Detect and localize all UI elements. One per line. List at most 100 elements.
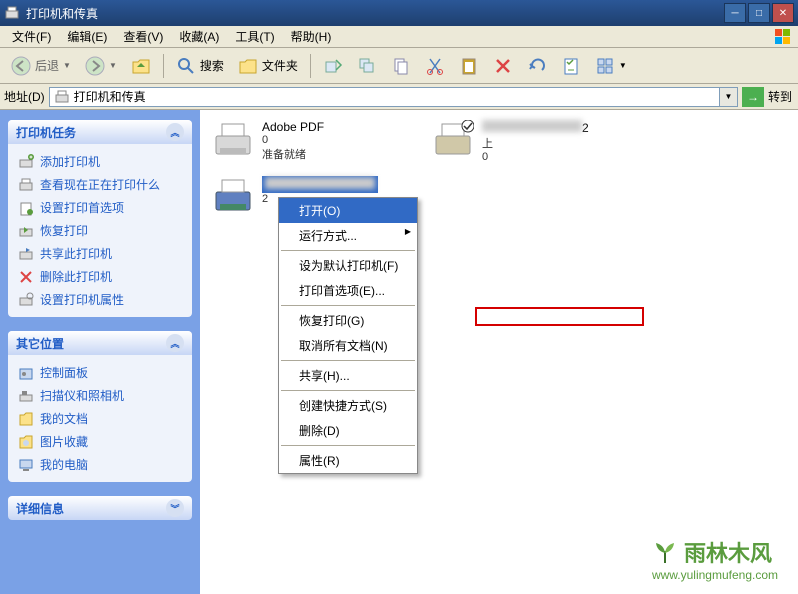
dropdown-icon: ▼	[109, 61, 117, 70]
watermark-url: www.yulingmufeng.com	[652, 568, 778, 582]
panel-header-details[interactable]: 详细信息 ︾	[8, 496, 192, 520]
close-button[interactable]: ✕	[772, 3, 794, 23]
task-properties[interactable]: 设置打印机属性	[12, 288, 188, 311]
folder-up-icon	[131, 56, 151, 76]
menu-help[interactable]: 帮助(H)	[283, 26, 340, 47]
cm-separator	[281, 305, 415, 306]
copy-to-button[interactable]	[352, 53, 382, 79]
cm-runas[interactable]: 运行方式...	[279, 223, 417, 248]
printer-name: Adobe PDF	[262, 120, 324, 134]
task-label: 删除此打印机	[40, 268, 112, 285]
menu-edit[interactable]: 编辑(E)	[59, 26, 115, 47]
folders-button[interactable]: 文件夹	[233, 53, 303, 79]
task-delete[interactable]: 删除此打印机	[12, 265, 188, 288]
paste-icon	[459, 56, 479, 76]
copy-to-icon	[357, 56, 377, 76]
panel-header-tasks[interactable]: 打印机任务 ︽	[8, 120, 192, 144]
printer-icon	[212, 176, 254, 214]
cm-properties[interactable]: 属性(R)	[279, 448, 417, 473]
delete-printer-icon	[18, 269, 34, 285]
search-label: 搜索	[200, 57, 224, 74]
task-resume[interactable]: 恢复打印	[12, 219, 188, 242]
printer-icon	[54, 89, 70, 105]
panel-printer-tasks: 打印机任务 ︽ 添加打印机 查看现在正在打印什么 设置打印首选项 恢复打印 共享…	[8, 120, 192, 317]
tutorial-highlight	[475, 307, 644, 326]
menu-view[interactable]: 查看(V)	[115, 26, 171, 47]
control-panel-icon	[18, 365, 34, 381]
minimize-button[interactable]: ─	[724, 3, 746, 23]
copy-button[interactable]	[386, 53, 416, 79]
address-value: 打印机和传真	[74, 88, 146, 105]
maximize-button[interactable]: □	[748, 3, 770, 23]
panel-other-places: 其它位置 ︽ 控制面板 扫描仪和照相机 我的文档 图片收藏 我的电脑	[8, 331, 192, 482]
props-icon	[18, 292, 34, 308]
printer-status: 上	[482, 135, 589, 151]
content-area[interactable]: Adobe PDF 0 准备就绪 2 上 0 2	[200, 110, 798, 594]
cm-cancel-all[interactable]: 取消所有文档(N)	[279, 333, 417, 358]
place-label: 我的文档	[40, 410, 88, 427]
panel-title: 打印机任务	[16, 124, 76, 141]
add-printer-icon	[18, 154, 34, 170]
printer-info: Adobe PDF 0 准备就绪	[262, 120, 324, 162]
cm-shortcut[interactable]: 创建快捷方式(S)	[279, 393, 417, 418]
cut-button[interactable]	[420, 53, 450, 79]
cm-share[interactable]: 共享(H)...	[279, 363, 417, 388]
printer-item-adobe-pdf[interactable]: Adobe PDF 0 准备就绪	[208, 116, 418, 166]
toolbar: 后退 ▼ ▼ 搜索 文件夹 ▼	[0, 48, 798, 84]
undo-button[interactable]	[522, 53, 552, 79]
task-label: 设置打印机属性	[40, 291, 124, 308]
place-scanners[interactable]: 扫描仪和照相机	[12, 384, 188, 407]
panel-header-other[interactable]: 其它位置 ︽	[8, 331, 192, 355]
address-input[interactable]: 打印机和传真 ▼	[49, 87, 738, 107]
printer-docs: 0	[482, 151, 589, 163]
pictures-icon	[18, 434, 34, 450]
collapse-icon[interactable]: ︽	[166, 334, 184, 352]
place-pictures[interactable]: 图片收藏	[12, 430, 188, 453]
cm-delete[interactable]: 删除(D)	[279, 418, 417, 443]
task-label: 查看现在正在打印什么	[40, 176, 160, 193]
place-label: 我的电脑	[40, 456, 88, 473]
up-button[interactable]	[126, 53, 156, 79]
back-label: 后退	[35, 57, 59, 74]
menu-favorites[interactable]: 收藏(A)	[171, 26, 227, 47]
views-button[interactable]: ▼	[590, 53, 632, 79]
printer-window-icon	[4, 5, 20, 21]
place-label: 控制面板	[40, 364, 88, 381]
forward-button[interactable]: ▼	[80, 53, 122, 79]
printer-info: 2 上 0	[482, 120, 589, 163]
task-add-printer[interactable]: 添加打印机	[12, 150, 188, 173]
address-dropdown[interactable]: ▼	[719, 88, 737, 106]
forward-icon	[85, 56, 105, 76]
menubar: 文件(F) 编辑(E) 查看(V) 收藏(A) 工具(T) 帮助(H)	[0, 26, 798, 48]
task-set-prefs[interactable]: 设置打印首选项	[12, 196, 188, 219]
printer-default-icon	[432, 120, 474, 158]
back-button[interactable]: 后退 ▼	[6, 53, 76, 79]
expand-icon[interactable]: ︾	[166, 499, 184, 517]
paste-button[interactable]	[454, 53, 484, 79]
go-button[interactable]: →	[742, 87, 764, 107]
task-view-queue[interactable]: 查看现在正在打印什么	[12, 173, 188, 196]
panel-body-other: 控制面板 扫描仪和照相机 我的文档 图片收藏 我的电脑	[8, 355, 192, 482]
menu-tools[interactable]: 工具(T)	[227, 26, 282, 47]
scanner-icon	[18, 388, 34, 404]
delete-button[interactable]	[488, 53, 518, 79]
place-control-panel[interactable]: 控制面板	[12, 361, 188, 384]
queue-icon	[18, 177, 34, 193]
address-label: 地址(D)	[4, 88, 45, 105]
task-share[interactable]: 共享此打印机	[12, 242, 188, 265]
move-button[interactable]	[318, 53, 348, 79]
printer-item-default[interactable]: 2 上 0	[428, 116, 638, 167]
panel-body-tasks: 添加打印机 查看现在正在打印什么 设置打印首选项 恢复打印 共享此打印机 删除此…	[8, 144, 192, 317]
properties-button[interactable]	[556, 53, 586, 79]
place-documents[interactable]: 我的文档	[12, 407, 188, 430]
cm-open[interactable]: 打开(O)	[279, 198, 417, 223]
go-label: 转到	[768, 88, 792, 105]
search-button[interactable]: 搜索	[171, 53, 229, 79]
cm-resume[interactable]: 恢复打印(G)	[279, 308, 417, 333]
collapse-icon[interactable]: ︽	[166, 123, 184, 141]
windows-flag-icon	[774, 28, 794, 46]
menu-file[interactable]: 文件(F)	[4, 26, 59, 47]
cm-prefs[interactable]: 打印首选项(E)...	[279, 278, 417, 303]
place-computer[interactable]: 我的电脑	[12, 453, 188, 476]
cm-set-default[interactable]: 设为默认打印机(F)	[279, 253, 417, 278]
